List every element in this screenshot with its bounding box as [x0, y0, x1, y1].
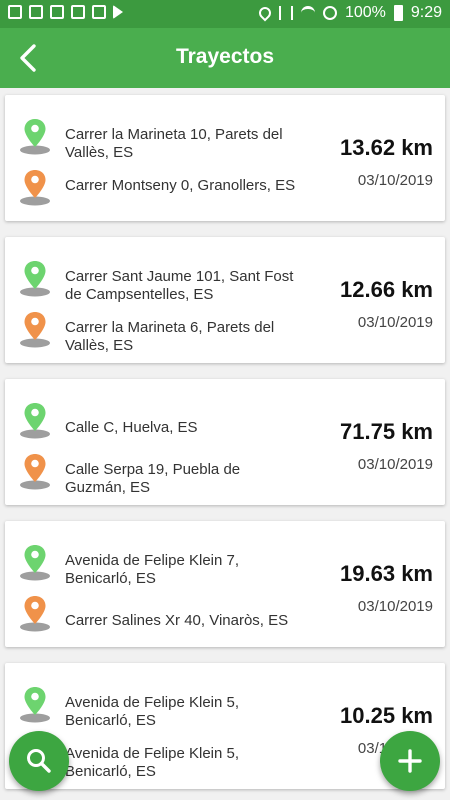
app-icon	[29, 5, 43, 19]
add-trip-button[interactable]	[380, 731, 440, 791]
calendar-icon	[92, 5, 106, 19]
origin-pin-icon	[20, 687, 50, 723]
system-icons: 100% 9:29	[256, 4, 442, 22]
search-icon	[27, 749, 51, 773]
origin-pin-icon	[20, 261, 50, 297]
flipboard-icon	[50, 5, 64, 19]
trip-card[interactable]: Avenida de Felipe Klein 7, Benicarló, ES…	[5, 521, 445, 647]
destination-pin-icon	[20, 454, 50, 490]
destination-address: Carrer la Marineta 6, Parets del Vallès,…	[65, 319, 275, 354]
play-icon	[113, 5, 123, 19]
trip-date: 03/10/2019	[357, 456, 433, 473]
origin-address: Avenida de Felipe Klein 5, Benicarló, ES	[65, 694, 240, 729]
battery-percent: 100%	[344, 4, 386, 21]
trip-card[interactable]: Carrer la Marineta 10, Parets del Vallès…	[5, 95, 445, 221]
origin-address: Carrer la Marineta 10, Parets del Vallès…	[65, 126, 283, 161]
dnd-icon	[322, 6, 337, 20]
news-icon	[71, 5, 85, 19]
trip-distance: 12.66 km	[340, 277, 433, 302]
search-button[interactable]	[9, 731, 69, 791]
page-title: Trayectos	[175, 45, 275, 68]
destination-address: Avenida de Felipe Klein 5, Benicarló, ES	[65, 745, 240, 780]
vibrate-icon	[278, 6, 293, 20]
destination-address: Carrer Salines Xr 40, Vinaròs, ES	[65, 612, 289, 629]
clock: 9:29	[410, 4, 442, 21]
trip-distance: 19.63 km	[340, 561, 433, 586]
trip-card[interactable]: Avenida de Felipe Klein 5, Benicarló, ES…	[5, 663, 445, 789]
origin-pin-icon	[20, 119, 50, 155]
app-bar: Trayectos	[0, 28, 450, 88]
image-icon	[8, 5, 22, 19]
destination-address: Calle Serpa 19, Puebla de Guzmán, ES	[65, 461, 241, 496]
trip-distance: 13.62 km	[340, 135, 433, 160]
destination-pin-icon	[20, 170, 50, 206]
destination-pin-icon	[20, 596, 50, 632]
trip-date: 03/10/2019	[357, 598, 433, 615]
trip-distance: 71.75 km	[340, 419, 433, 444]
plus-icon	[398, 749, 422, 773]
origin-address: Carrer Sant Jaume 101, Sant Fost de Camp…	[65, 268, 294, 303]
battery-icon	[393, 5, 403, 21]
trip-date: 03/10/2019	[357, 314, 433, 331]
notification-icons	[8, 5, 123, 19]
origin-address: Calle C, Huelva, ES	[65, 419, 198, 436]
trip-date: 03/10/2019	[357, 172, 433, 189]
destination-pin-icon	[20, 312, 50, 348]
trip-card[interactable]: Calle C, Huelva, ES Calle Serpa 19, Pueb…	[5, 379, 445, 505]
origin-pin-icon	[20, 403, 50, 439]
origin-pin-icon	[20, 545, 50, 581]
location-icon	[256, 4, 274, 22]
origin-address: Avenida de Felipe Klein 7, Benicarló, ES	[65, 552, 240, 587]
status-bar: 100% 9:29	[0, 0, 450, 28]
destination-address: Carrer Montseny 0, Granollers, ES	[65, 177, 296, 194]
trip-card[interactable]: Carrer Sant Jaume 101, Sant Fost de Camp…	[5, 237, 445, 363]
trip-distance: 10.25 km	[340, 703, 433, 728]
wifi-icon	[300, 6, 315, 20]
